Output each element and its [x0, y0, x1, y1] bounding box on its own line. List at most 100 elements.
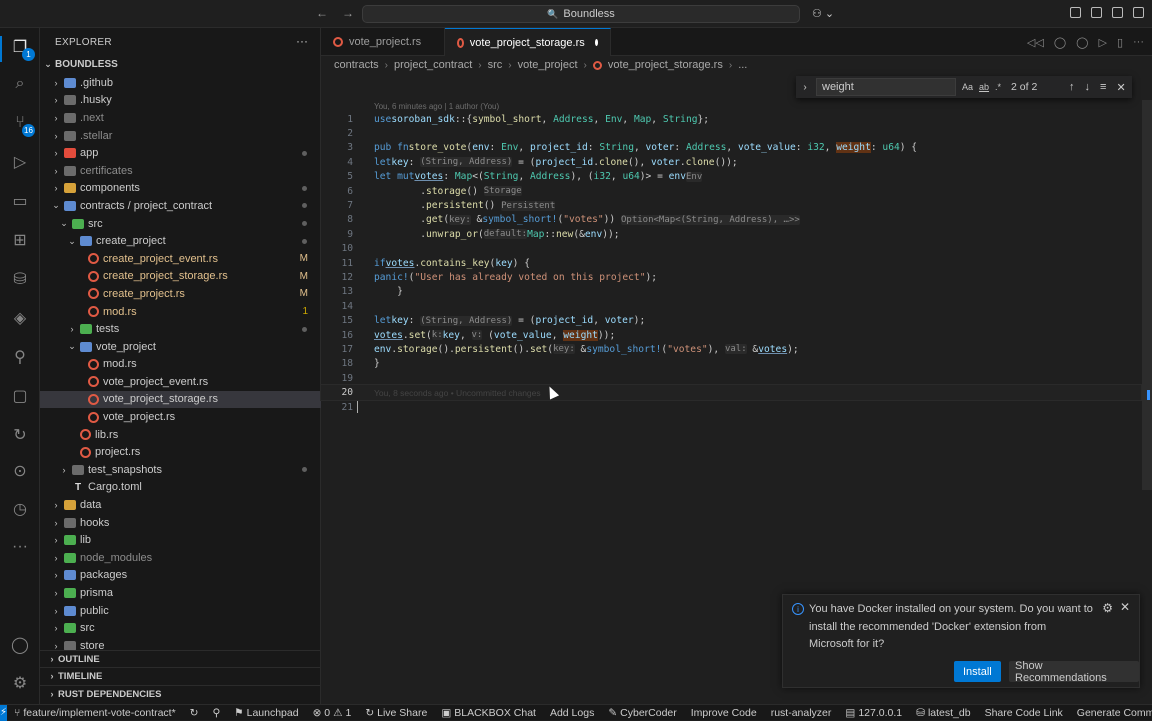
compare-icon[interactable]: ◯	[1076, 36, 1088, 49]
live-share-icon[interactable]: ↻	[9, 424, 31, 446]
folder-item[interactable]: › public	[40, 602, 321, 620]
folder-item[interactable]: ⌄ src	[40, 215, 321, 233]
gitlens-status-icon[interactable]: ⚲	[205, 707, 227, 719]
toggle-replace-icon[interactable]: ›	[796, 82, 814, 93]
install-button[interactable]: Install	[954, 661, 1001, 682]
timeline-icon[interactable]: ◯	[1054, 36, 1066, 49]
breadcrumb-item[interactable]: contracts	[334, 59, 379, 71]
breadcrumb-item[interactable]: project_contract	[394, 59, 472, 71]
launchpad-item[interactable]: ⚑ Launchpad	[227, 707, 305, 719]
folder-item[interactable]: › tests	[40, 320, 321, 338]
file-item[interactable]: T Cargo.toml	[40, 479, 321, 497]
file-item[interactable]: create_project_storage.rs M	[40, 268, 321, 286]
match-case-icon[interactable]: Aa	[962, 82, 973, 92]
workspace-root[interactable]: ⌄ BOUNDLESS	[40, 56, 321, 74]
timer-icon[interactable]: ◷	[9, 498, 31, 520]
layout-panel-icon[interactable]	[1070, 7, 1081, 18]
find-in-selection-icon[interactable]: ≡	[1100, 81, 1106, 94]
find-input[interactable]: weight	[816, 78, 956, 96]
rust-analyzer-item[interactable]: rust-analyzer	[764, 707, 839, 719]
file-item[interactable]: mod.rs	[40, 356, 321, 374]
go-back-icon[interactable]: ◁◁	[1027, 36, 1044, 49]
folder-item[interactable]: ⌄ vote_project	[40, 338, 321, 356]
close-icon[interactable]: ✕	[1120, 600, 1130, 614]
file-item[interactable]: vote_project_storage.rs	[40, 390, 321, 409]
file-item[interactable]: create_project_event.rs M	[40, 250, 321, 268]
close-icon[interactable]: ✕	[1116, 81, 1125, 94]
blackbox-item[interactable]: ▣ BLACKBOX Chat	[434, 707, 543, 719]
editor-scrollbar[interactable]	[1140, 100, 1152, 490]
back-arrow-icon[interactable]: ←	[316, 6, 328, 20]
tab-vote-project[interactable]: vote_project.rs	[321, 28, 445, 56]
file-item[interactable]: project.rs	[40, 443, 321, 461]
problems-item[interactable]: ⊗ 0 ⚠ 1	[306, 707, 359, 719]
remote-explorer-icon[interactable]: ▭	[9, 190, 31, 212]
run-icon[interactable]: ▷	[1098, 36, 1106, 49]
folder-item[interactable]: ⌄ contracts / project_contract	[40, 197, 321, 215]
unsaved-dot-icon[interactable]	[594, 39, 598, 46]
blame-codelens[interactable]: You, 6 minutes ago | 1 author (You)	[374, 102, 499, 111]
improve-code-item[interactable]: Improve Code	[684, 707, 764, 719]
gitlens-icon[interactable]: ⊙	[9, 460, 31, 482]
gear-icon[interactable]: ⚙	[1102, 601, 1113, 615]
add-logs-item[interactable]: Add Logs	[543, 707, 601, 719]
database-icon[interactable]: ⛁	[9, 268, 31, 290]
folder-item[interactable]: › certificates	[40, 162, 321, 180]
folder-item[interactable]: › .husky	[40, 92, 321, 110]
whole-word-icon[interactable]: ab	[979, 82, 989, 92]
show-recommendations-button[interactable]: Show Recommendations	[1009, 660, 1139, 684]
forward-arrow-icon[interactable]: →	[342, 6, 354, 20]
account-icon[interactable]: ◯	[9, 634, 31, 656]
toggle-sidebar-icon[interactable]	[1091, 7, 1102, 18]
folder-item[interactable]: › components	[40, 180, 321, 198]
breadcrumb-item[interactable]: vote_project_storage.rs	[608, 59, 723, 71]
folder-item[interactable]: › packages	[40, 567, 321, 585]
breadcrumb-item[interactable]: src	[488, 59, 503, 71]
folder-item[interactable]: › node_modules	[40, 549, 321, 567]
regex-icon[interactable]: .*	[995, 82, 1001, 92]
breadcrumb-item[interactable]: ...	[738, 59, 747, 71]
previous-match-icon[interactable]: ↑	[1069, 81, 1075, 94]
search-icon[interactable]: ⌕	[9, 73, 31, 95]
command-center[interactable]: 🔍 Boundless	[362, 5, 800, 23]
code-editor[interactable]: 1 use soroban_sdk::{symbol_short, Address…	[320, 112, 1142, 414]
extensions-icon[interactable]: ⊞	[9, 229, 31, 251]
manage-gear-icon[interactable]: ⚙	[9, 672, 31, 694]
more-actions-icon[interactable]: ···	[1133, 36, 1144, 49]
folder-item[interactable]: › prisma	[40, 584, 321, 602]
cybercoder-item[interactable]: ✎ CyberCoder	[601, 707, 683, 719]
file-item[interactable]: create_project.rs M	[40, 285, 321, 303]
file-item[interactable]: mod.rs 1	[40, 303, 321, 321]
folder-item[interactable]: › data	[40, 496, 321, 514]
split-editor-icon[interactable]: ▯	[1117, 36, 1123, 49]
outline-section[interactable]: › OUTLINE	[40, 650, 321, 667]
chat-icon[interactable]: ▢	[9, 385, 31, 407]
folder-item[interactable]: › src	[40, 619, 321, 637]
breadcrumb-item[interactable]: vote_project	[518, 59, 578, 71]
toggle-panel-icon[interactable]	[1112, 7, 1123, 18]
branch-indicator[interactable]: ⑂ feature/implement-vote-contract*	[7, 707, 183, 719]
layers-icon[interactable]: ◈	[9, 307, 31, 329]
live-share-item[interactable]: ↻ Live Share	[358, 707, 434, 719]
sync-icon[interactable]: ↻	[183, 707, 206, 719]
folder-item[interactable]: › app	[40, 144, 321, 162]
more-icon[interactable]: ···	[9, 536, 31, 558]
folder-item[interactable]: › .next	[40, 109, 321, 127]
folder-item[interactable]: › lib	[40, 531, 321, 549]
folder-item[interactable]: ⌄ create_project	[40, 232, 321, 250]
rust-dependencies-section[interactable]: › RUST DEPENDENCIES	[40, 685, 321, 702]
db-item[interactable]: ⛁ latest_db	[909, 707, 977, 719]
git-graph-icon[interactable]: ⚲	[9, 346, 31, 368]
folder-item[interactable]: › test_snapshots	[40, 461, 321, 479]
tab-vote-project-storage[interactable]: vote_project_storage.rs	[445, 28, 611, 56]
folder-item[interactable]: › .github	[40, 74, 321, 92]
explorer-icon[interactable]: ❐ 1	[9, 36, 35, 61]
copilot-icon[interactable]: ⚇ ⌄	[812, 7, 834, 20]
source-control-icon[interactable]: ⑂ 16	[9, 112, 35, 137]
share-code-link-item[interactable]: Share Code Link	[978, 707, 1070, 719]
more-actions-icon[interactable]: ···	[296, 34, 308, 48]
host-item[interactable]: ▤ 127.0.0.1	[838, 707, 909, 719]
file-item[interactable]: lib.rs	[40, 426, 321, 444]
timeline-section[interactable]: › TIMELINE	[40, 667, 321, 684]
toggle-secondary-sidebar-icon[interactable]	[1133, 7, 1144, 18]
